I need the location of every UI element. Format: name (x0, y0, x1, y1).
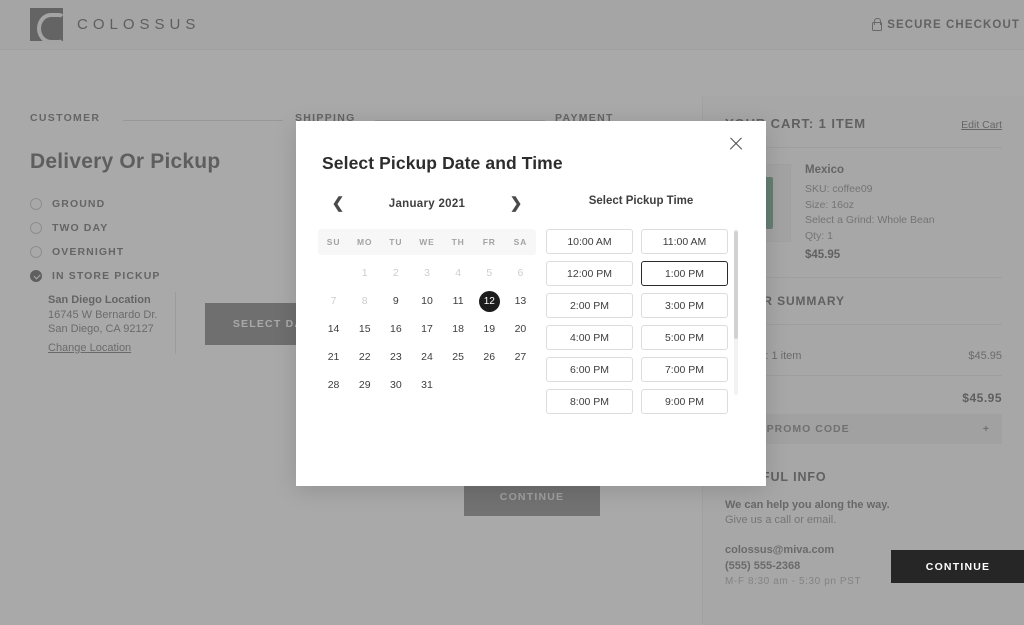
calendar-day-17[interactable]: 17 (411, 315, 442, 343)
calendar-day-grid: 1 2 3 4 5 6 7 8 9 10 11 12 13 14 15 16 17 18 19 20 21 22 23 24 2… (318, 259, 536, 399)
time-slot-1-00-pm[interactable]: 1:00 PM (641, 261, 728, 286)
weekday-we: WE (419, 237, 435, 247)
calendar-day-29[interactable]: 29 (349, 371, 380, 399)
weekday-fr: FR (482, 237, 496, 247)
calendar-day-7: 7 (330, 295, 337, 307)
calendar-day-26[interactable]: 26 (474, 343, 505, 371)
calendar-day-13[interactable]: 13 (505, 287, 536, 315)
time-slot-2-00-pm[interactable]: 2:00 PM (546, 293, 633, 318)
time-slot-7-00-pm[interactable]: 7:00 PM (641, 357, 728, 382)
checkout-page: COLOSSUS SECURE CHECKOUT CUSTOMER SHIPPI… (0, 0, 1024, 625)
calendar-day-14[interactable]: 14 (318, 315, 349, 343)
calendar-day-25[interactable]: 25 (443, 343, 474, 371)
chevron-left-icon[interactable]: ❮ (328, 193, 348, 215)
calendar-day-9[interactable]: 9 (380, 287, 411, 315)
calendar-day-27[interactable]: 27 (505, 343, 536, 371)
modal-body: ❮ January 2021 ❯ SU MO TU WE TH FR SA 12345678… (296, 191, 766, 414)
time-slots-grid: 10:00 AM 11:00 AM 12:00 PM 1:00 PM 2:00 PM 3:… (546, 229, 728, 414)
calendar-day-10[interactable]: 10 (411, 287, 442, 315)
calendar-day-2: 2 (392, 267, 399, 279)
calendar-day-6: 6 (517, 267, 524, 279)
calendar-day-18[interactable]: 18 (443, 315, 474, 343)
time-slot-3-00-pm[interactable]: 3:00 PM (641, 293, 728, 318)
calendar-day-4: 4 (455, 267, 462, 279)
scrollbar-thumb[interactable] (734, 231, 738, 339)
calendar-day-30[interactable]: 30 (380, 371, 411, 399)
calendar-day-11[interactable]: 11 (443, 287, 474, 315)
time-slot-10-00-am[interactable]: 10:00 AM (546, 229, 633, 254)
calendar-day-1: 1 (361, 267, 368, 279)
time-slot-5-00-pm[interactable]: 5:00 PM (641, 325, 728, 350)
calendar-nav: ❮ January 2021 ❯ (318, 191, 536, 217)
calendar-month-label: January 2021 (388, 198, 466, 210)
calendar-day-19[interactable]: 19 (474, 315, 505, 343)
weekday-tu: TU (389, 237, 403, 247)
time-slot-6-00-pm[interactable]: 6:00 PM (546, 357, 633, 382)
calendar-day-23[interactable]: 23 (380, 343, 411, 371)
time-slot-11-00-am[interactable]: 11:00 AM (641, 229, 728, 254)
time-slot-4-00-pm[interactable]: 4:00 PM (546, 325, 633, 350)
weekday-su: SU (326, 237, 341, 247)
weekday-mo: MO (356, 237, 373, 247)
pickup-datetime-modal: Select Pickup Date and Time ❮ January 20… (296, 121, 1024, 583)
calendar-day-12[interactable]: 12 (474, 287, 505, 315)
time-slots-scroll-area: 10:00 AM 11:00 AM 12:00 PM 1:00 PM 2:00 PM 3:… (546, 229, 738, 414)
modal-title: Select Pickup Date and Time (322, 153, 563, 173)
weekday-th: TH (451, 237, 465, 247)
time-picker: Select Pickup Time 10:00 AM 11:00 AM 12:00… (536, 191, 738, 414)
time-picker-title: Select Pickup Time (588, 195, 694, 207)
calendar-day-20[interactable]: 20 (505, 315, 536, 343)
calendar-day-31[interactable]: 31 (411, 371, 442, 399)
weekday-sa: SA (513, 237, 528, 247)
calendar: ❮ January 2021 ❯ SU MO TU WE TH FR SA 12345678… (296, 191, 536, 414)
calendar-day-24[interactable]: 24 (411, 343, 442, 371)
time-slot-8-00-pm[interactable]: 8:00 PM (546, 389, 633, 414)
calendar-weekday-header: SU MO TU WE TH FR SA (318, 229, 536, 255)
calendar-day-8: 8 (361, 295, 368, 307)
time-slot-9-00-pm[interactable]: 9:00 PM (641, 389, 728, 414)
modal-continue-button[interactable]: CONTINUE (891, 550, 1024, 583)
calendar-day-16[interactable]: 16 (380, 315, 411, 343)
calendar-day-3: 3 (424, 267, 430, 279)
calendar-day-15[interactable]: 15 (349, 315, 380, 343)
calendar-day-5: 5 (486, 267, 493, 279)
chevron-right-icon[interactable]: ❯ (506, 193, 526, 215)
calendar-day-empty (318, 259, 349, 287)
close-icon[interactable] (724, 132, 748, 156)
selected-day-marker: 12 (478, 290, 500, 312)
time-slot-12-00-pm[interactable]: 12:00 PM (546, 261, 633, 286)
calendar-day-22[interactable]: 22 (349, 343, 380, 371)
calendar-day-21[interactable]: 21 (318, 343, 349, 371)
calendar-day-28[interactable]: 28 (318, 371, 349, 399)
